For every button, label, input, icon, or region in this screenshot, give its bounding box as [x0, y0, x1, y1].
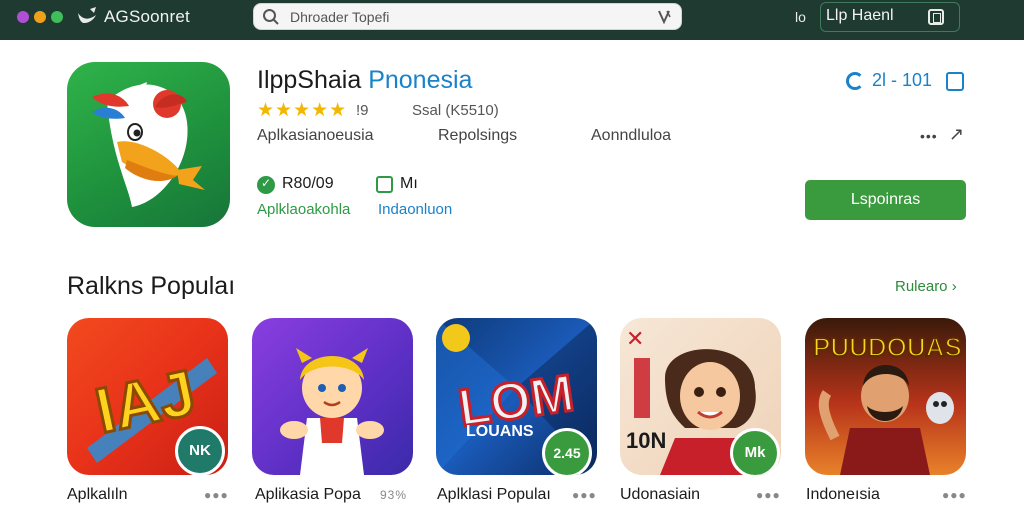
age-rating-icon — [376, 176, 393, 193]
search-input[interactable]: Dhroader Topefi — [290, 9, 389, 25]
see-all-link[interactable]: Rulearo › — [895, 278, 957, 295]
check-icon — [257, 176, 275, 194]
install-button[interactable]: Lspoinras — [805, 180, 966, 220]
tile-3-label[interactable]: Aplklasi Populaı — [437, 486, 551, 504]
app-tile-1[interactable]: IAJ NK — [67, 318, 228, 475]
brand-name[interactable]: AGSoonret — [104, 7, 190, 27]
app-name: IlppShaia — [257, 66, 362, 94]
tile-4-label[interactable]: Udonasiain — [620, 486, 700, 504]
tile-2-label[interactable]: Aplikasia Popa — [255, 486, 361, 504]
window-minimize-dot[interactable] — [34, 11, 46, 23]
tile-4-year-text: 10N — [626, 428, 666, 453]
search-icon — [263, 9, 279, 25]
app-icon — [67, 62, 230, 227]
tile-3-subtext: LOUANS — [466, 423, 534, 440]
tile-5-label[interactable]: Indoneısia — [806, 486, 880, 504]
search-bar[interactable]: Dhroader Topefi — [253, 3, 682, 30]
share-icon[interactable]: ↗ — [949, 124, 964, 145]
refresh-icon[interactable] — [846, 72, 864, 90]
app-tile-4[interactable]: ✕ 10N Mk — [620, 318, 781, 475]
mascot-bird-image — [92, 82, 205, 207]
tile-1-more-icon[interactable]: ●●● — [204, 488, 229, 502]
top-bar: AGSoonret Dhroader Topefi lo Llp Haenl — [0, 0, 1024, 40]
rating-value: !9 — [356, 102, 369, 119]
svg-text:✕: ✕ — [626, 327, 644, 352]
tile-5-game-art: PUUDOUAS — [812, 331, 963, 475]
tile-5-more-icon[interactable]: ●●● — [942, 488, 967, 502]
app-tile-2[interactable] — [252, 318, 413, 475]
window-close-dot[interactable] — [17, 11, 29, 23]
stat-downloads-label: Aplklaoakohla — [257, 201, 351, 218]
app-title: IlppShaia Pnonesia — [257, 66, 472, 95]
app-developer-link[interactable]: Pnonesia — [368, 66, 472, 94]
stat-age-label: Indaonluon — [378, 201, 453, 218]
star-rating: ★★★★★ — [257, 100, 348, 121]
tile-2-rating: 93% — [380, 488, 408, 502]
tile-2-cartoon-art — [280, 348, 384, 475]
section-title: Ralkns Populaı — [67, 272, 236, 300]
version-counter: 2l - 101 — [872, 70, 933, 90]
app-tile-5[interactable]: PUUDOUAS — [805, 318, 966, 475]
tile-3-more-icon[interactable]: ●●● — [572, 488, 597, 502]
bird-logo-icon — [78, 7, 96, 23]
more-options-icon[interactable]: ••• — [920, 128, 938, 144]
device-icon[interactable] — [928, 9, 944, 25]
voice-search-icon[interactable] — [655, 8, 673, 26]
app-category[interactable]: Aplkasianoeusia — [257, 127, 374, 145]
bookmark-icon[interactable] — [946, 72, 964, 91]
tile-4-more-icon[interactable]: ●●● — [756, 488, 781, 502]
rating-count: Ssal (K5510) — [412, 102, 499, 119]
window-maximize-dot[interactable] — [51, 11, 63, 23]
account-label[interactable]: Llp Haenl — [826, 7, 894, 25]
stat-downloads-value: R80/09 — [282, 175, 334, 192]
tile-3-badge: 2.45 — [542, 428, 592, 475]
app-tile-3[interactable]: LOM LOUANS 2.45 — [436, 318, 597, 475]
tile-1-badge: NK — [175, 426, 225, 475]
app-extra-info[interactable]: Aonndluloa — [591, 127, 671, 145]
tile-1-label[interactable]: Aplkalıln — [67, 486, 127, 504]
tile-4-badge: Mk — [730, 428, 780, 475]
tile-5-banner-text: PUUDOUAS — [813, 332, 962, 362]
app-publisher[interactable]: Repolsings — [438, 127, 517, 145]
stat-age-value: Mı — [400, 175, 418, 192]
account-icon[interactable]: lo — [795, 9, 806, 25]
